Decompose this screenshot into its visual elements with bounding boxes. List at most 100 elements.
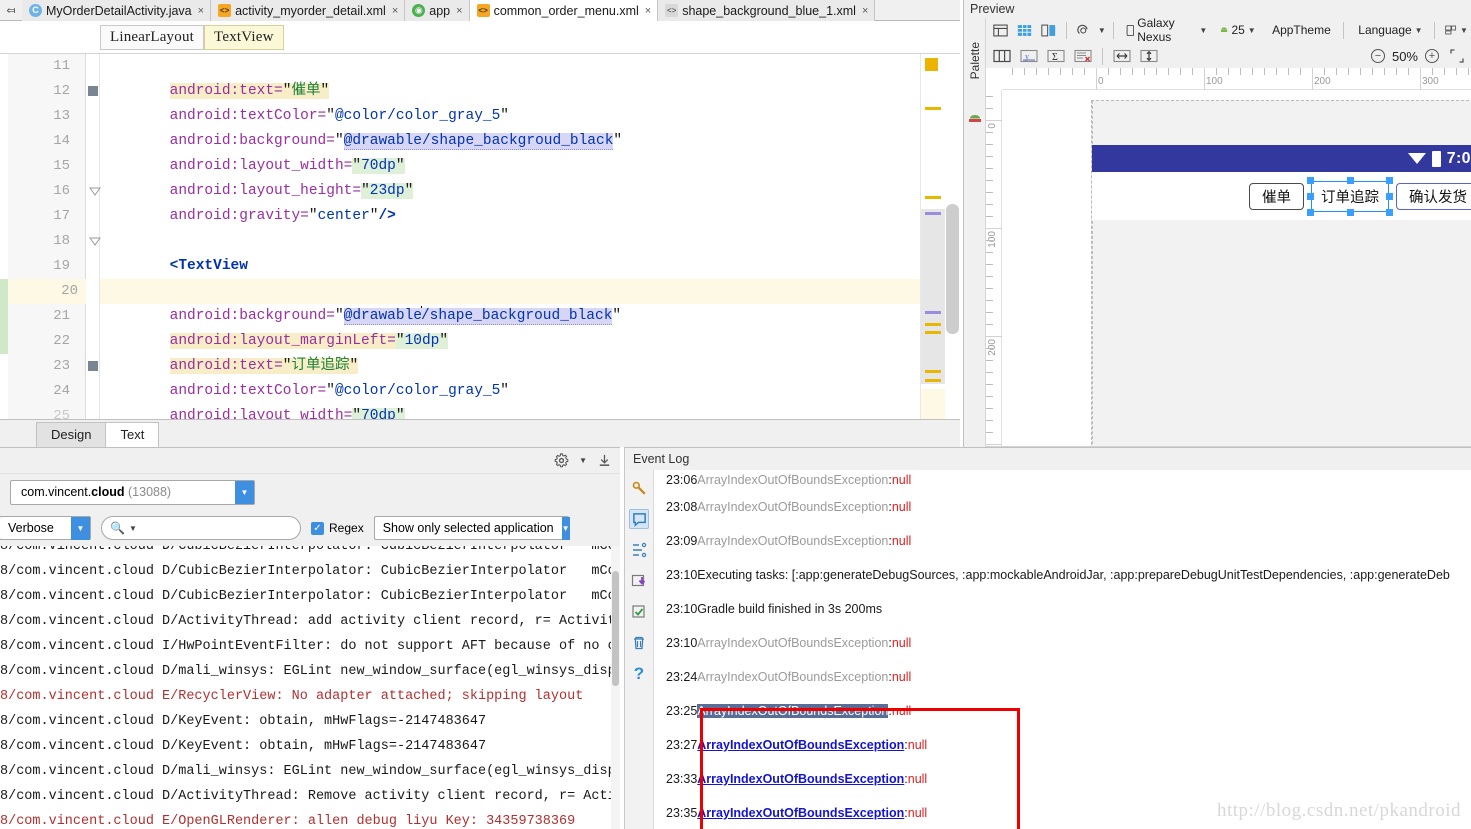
chevron-down-icon[interactable]: ▼	[129, 524, 137, 533]
event-log-row[interactable]: 23:06 ArrayIndexOutOfBoundsException: nul…	[654, 470, 1471, 490]
scope-filter-select[interactable]: Show only selected application ▼	[373, 516, 570, 540]
fit-height-icon[interactable]	[1137, 46, 1161, 66]
editor-scrollbar-thumb[interactable]	[946, 204, 959, 334]
breadcrumb-item-textview[interactable]: TextView	[204, 24, 284, 50]
close-icon[interactable]: ×	[198, 5, 204, 17]
marker-warning[interactable]	[925, 58, 938, 71]
tab-design[interactable]: Design	[36, 422, 107, 447]
speech-bubble-icon[interactable]	[629, 509, 649, 529]
chevron-down-icon[interactable]: ▼	[579, 456, 587, 465]
marker-occurrence[interactable]	[925, 212, 941, 215]
event-log-row[interactable]: 23:24 ArrayIndexOutOfBoundsException: nul…	[654, 660, 1471, 694]
logcat-search-input[interactable]: 🔍 ▼	[101, 516, 301, 540]
gear-icon[interactable]	[554, 453, 569, 468]
tab-text[interactable]: Text	[105, 422, 160, 447]
event-text[interactable]: ArrayIndexOutOfBoundsException	[697, 704, 889, 718]
event-log-row[interactable]: 23:10 ArrayIndexOutOfBoundsException: nul…	[654, 626, 1471, 660]
button-dingdanzhuizong-wrapper[interactable]: 订单追踪	[1307, 176, 1393, 216]
code-text-area[interactable]: android:text="催单" android:textColor="@co…	[100, 54, 920, 419]
close-icon[interactable]: ×	[862, 5, 868, 17]
marker-change[interactable]	[925, 107, 941, 110]
chevron-down-icon[interactable]: ▼	[561, 516, 570, 540]
button-querenfahuo[interactable]: 确认发货	[1396, 182, 1471, 210]
help-icon[interactable]: ?	[629, 664, 649, 684]
chevron-down-icon[interactable]: ▼	[1248, 26, 1256, 35]
resize-handle[interactable]	[1307, 193, 1314, 200]
vcs-change-marker[interactable]	[0, 279, 8, 354]
chevron-down-icon[interactable]: ▼	[235, 480, 254, 504]
event-log-list[interactable]: 23:06 ArrayIndexOutOfBoundsException: nul…	[654, 470, 1471, 829]
chevron-down-icon[interactable]: ▼	[1415, 26, 1423, 35]
device-render[interactable]: 7:00 催单 订单追踪	[1091, 100, 1471, 447]
scroll-to-end-icon[interactable]	[597, 453, 612, 468]
event-log-row[interactable]: 23:10 Executing tasks: [:app:generateDebu…	[654, 558, 1471, 592]
orientation-icon[interactable]	[1074, 20, 1095, 40]
event-log-row[interactable]: 23:33 ArrayIndexOutOfBoundsException: nul…	[654, 762, 1471, 796]
logcat-scrollbar-thumb[interactable]	[612, 571, 619, 686]
chevron-down-icon[interactable]: ▼	[1199, 26, 1207, 35]
event-log-row[interactable]: 23:27 ArrayIndexOutOfBoundsException: nul…	[654, 728, 1471, 762]
logcat-output[interactable]: 8/com.vincent.cloud D/CubicBezierInterpo…	[0, 546, 620, 829]
event-log-row[interactable]: 23:10 Gradle build finished in 3s 200ms	[654, 592, 1471, 626]
close-icon[interactable]: ×	[645, 5, 651, 17]
logcat-scrollbar[interactable]	[611, 546, 620, 829]
collapse-down-icon[interactable]	[629, 571, 649, 591]
event-text-link[interactable]: ArrayIndexOutOfBoundsException	[697, 806, 904, 820]
marker-change[interactable]	[925, 370, 941, 373]
sum-icon[interactable]: Σ	[1044, 46, 1068, 66]
tab-list-menu-icon[interactable]: ⤆	[0, 0, 22, 20]
button-cuidan[interactable]: 催单	[1249, 182, 1304, 210]
api-level-select[interactable]: 25 ▼	[1215, 20, 1260, 40]
trash-icon[interactable]	[629, 633, 649, 653]
resize-handle[interactable]	[1307, 208, 1314, 216]
log-level-select[interactable]: Verbose ▼	[0, 516, 91, 540]
tab-activity-myorder-detail-xml[interactable]: <> activity_myorder_detail.xml ×	[211, 0, 406, 21]
chevron-down-icon[interactable]: ▼	[71, 516, 90, 540]
tab-shape-background-blue-1-xml[interactable]: <> shape_background_blue_1.xml ×	[658, 0, 876, 21]
event-text-link[interactable]: ArrayIndexOutOfBoundsException	[697, 772, 904, 786]
checkbox-icon[interactable]	[629, 602, 649, 622]
checkbox-icon[interactable]: ✓	[311, 521, 324, 535]
event-log-row[interactable]: 23:08 ArrayIndexOutOfBoundsException: nul…	[654, 490, 1471, 524]
event-log-row[interactable]: 23:09 ArrayIndexOutOfBoundsException: nul…	[654, 524, 1471, 558]
render-mode-blueprint-icon[interactable]	[1014, 20, 1035, 40]
device-select[interactable]: Galaxy Nexus ▼	[1121, 16, 1213, 44]
close-icon[interactable]: ×	[392, 5, 398, 17]
palette-strip[interactable]: Palette	[964, 18, 986, 447]
editor-marker-bar[interactable]	[920, 54, 945, 419]
marker-change[interactable]	[925, 196, 941, 199]
resize-handle[interactable]	[1347, 208, 1354, 216]
marker-change[interactable]	[925, 323, 941, 326]
resize-handle[interactable]	[1386, 208, 1393, 216]
process-select[interactable]: com.vincent.cloud (13088) ▼	[10, 479, 255, 505]
chevron-down-icon[interactable]: ▼	[1098, 26, 1106, 35]
event-log-row-selected[interactable]: 23:25 ArrayIndexOutOfBoundsException: nul…	[654, 694, 1471, 728]
baseline-icon[interactable]: y	[1017, 46, 1041, 66]
configuration-variants-icon[interactable]: ▼	[1442, 20, 1471, 40]
resize-handle[interactable]	[1307, 176, 1314, 184]
code-editor[interactable]: 11 12 13 14 15 16 17 18 19 20 21 22 23 2…	[0, 54, 960, 419]
tab-MyOrderDetailActivity-java[interactable]: C MyOrderDetailActivity.java ×	[22, 0, 212, 21]
marker-change[interactable]	[925, 379, 941, 382]
expand-tree-icon[interactable]	[629, 540, 649, 560]
logcat-search-field[interactable]	[140, 520, 300, 536]
preview-canvas[interactable]: 0 100 200 300 0 7:0 催单 订单追踪 确认发货	[986, 68, 1471, 447]
zoom-in-button[interactable]: +	[1425, 49, 1439, 63]
tab-app[interactable]: ◉ app ×	[405, 0, 470, 21]
breadcrumb-item-linearlayout[interactable]: LinearLayout	[100, 24, 205, 50]
close-icon[interactable]: ×	[456, 5, 462, 17]
settings-wrench-icon[interactable]	[629, 478, 649, 498]
clear-errors-icon[interactable]	[1071, 46, 1095, 66]
bookmark-square-icon[interactable]	[88, 361, 98, 371]
resize-handle[interactable]	[1386, 176, 1393, 184]
zoom-fit-icon[interactable]	[1446, 46, 1467, 66]
zoom-out-button[interactable]: −	[1370, 49, 1385, 63]
theme-select[interactable]: AppTheme	[1264, 20, 1336, 40]
chevron-down-icon[interactable]: ▼	[1460, 26, 1468, 35]
show-columns-icon[interactable]	[990, 46, 1014, 66]
render-mode-design-icon[interactable]	[990, 20, 1011, 40]
resize-handle[interactable]	[1386, 193, 1393, 200]
fit-width-icon[interactable]	[1110, 46, 1134, 66]
resize-handle[interactable]	[1347, 176, 1354, 184]
tab-common-order-menu-xml[interactable]: <> common_order_menu.xml ×	[469, 0, 659, 21]
